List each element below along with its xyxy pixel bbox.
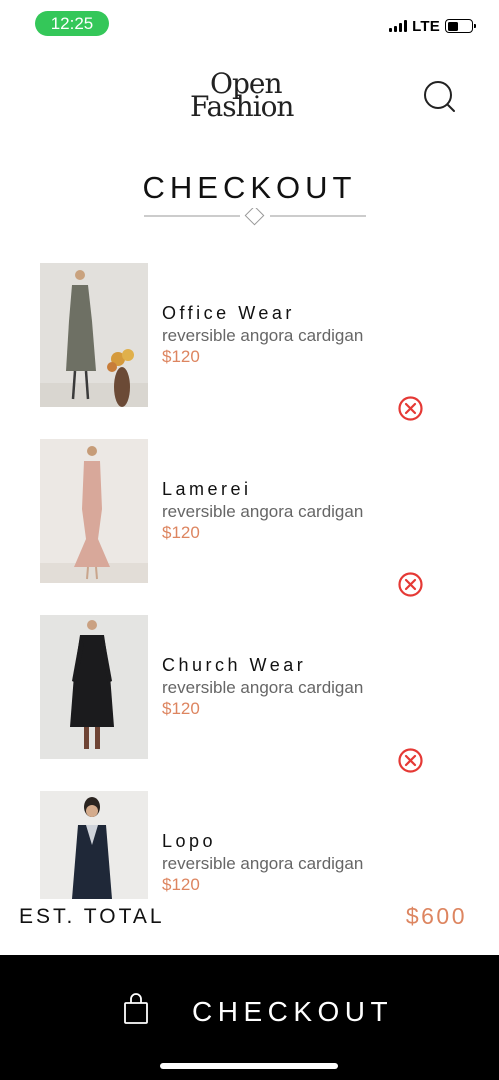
- item-description: reversible angora cardigan: [162, 502, 364, 521]
- search-button[interactable]: [420, 77, 460, 117]
- item-name: Office Wear: [162, 303, 295, 323]
- item-price: $120: [162, 347, 200, 366]
- total-value: $600: [405, 903, 467, 929]
- item-name: Lopo: [162, 831, 217, 851]
- title-divider: [144, 208, 366, 226]
- home-indicator: [160, 1063, 338, 1069]
- page-title: CHECKOUT: [142, 170, 357, 205]
- cart-item[interactable]: Office Wear reversible angora cardigan $…: [40, 263, 470, 423]
- cart-item[interactable]: Church Wear reversible angora cardigan $…: [40, 615, 470, 775]
- product-image[interactable]: [40, 263, 148, 407]
- remove-icon: [398, 572, 423, 597]
- checkout-button-label: CHECKOUT: [192, 996, 394, 1027]
- search-icon: [424, 81, 455, 112]
- battery-icon: [445, 19, 476, 33]
- total-label: EST. TOTAL: [19, 905, 165, 928]
- item-info: Office Wear reversible angora cardigan $…: [162, 301, 363, 368]
- logo-text-fashion: Fashion: [190, 90, 294, 123]
- network-type: LTE: [412, 17, 440, 35]
- remove-icon: [398, 396, 423, 421]
- brand-logo[interactable]: Open Fashion: [190, 70, 314, 126]
- cart-item[interactable]: Lamerei reversible angora cardigan $120: [40, 439, 470, 599]
- item-price: $120: [162, 523, 200, 542]
- item-description: reversible angora cardigan: [162, 326, 364, 345]
- product-image[interactable]: [40, 439, 148, 583]
- item-info: Church Wear reversible angora cardigan $…: [162, 653, 363, 720]
- item-price: $120: [162, 699, 200, 718]
- status-indicators: LTE: [389, 17, 476, 35]
- item-name: Church Wear: [162, 655, 307, 675]
- item-name: Lamerei: [162, 479, 252, 499]
- shopping-bag-icon: [124, 993, 148, 1024]
- item-description: reversible angora cardigan: [162, 854, 364, 873]
- item-description: reversible angora cardigan: [162, 678, 364, 697]
- remove-item-button[interactable]: [397, 571, 424, 598]
- remove-item-button[interactable]: [397, 395, 424, 422]
- checkout-button[interactable]: CHECKOUT: [0, 955, 499, 1080]
- item-price: $120: [162, 875, 200, 894]
- product-image[interactable]: [40, 615, 148, 759]
- signal-icon: [389, 20, 408, 32]
- item-info: Lamerei reversible angora cardigan $120: [162, 477, 363, 544]
- status-time: 12:25: [35, 11, 109, 36]
- item-info: Lopo reversible angora cardigan $120: [162, 829, 363, 896]
- product-image[interactable]: [40, 791, 148, 899]
- remove-icon: [398, 748, 423, 773]
- remove-item-button[interactable]: [397, 747, 424, 774]
